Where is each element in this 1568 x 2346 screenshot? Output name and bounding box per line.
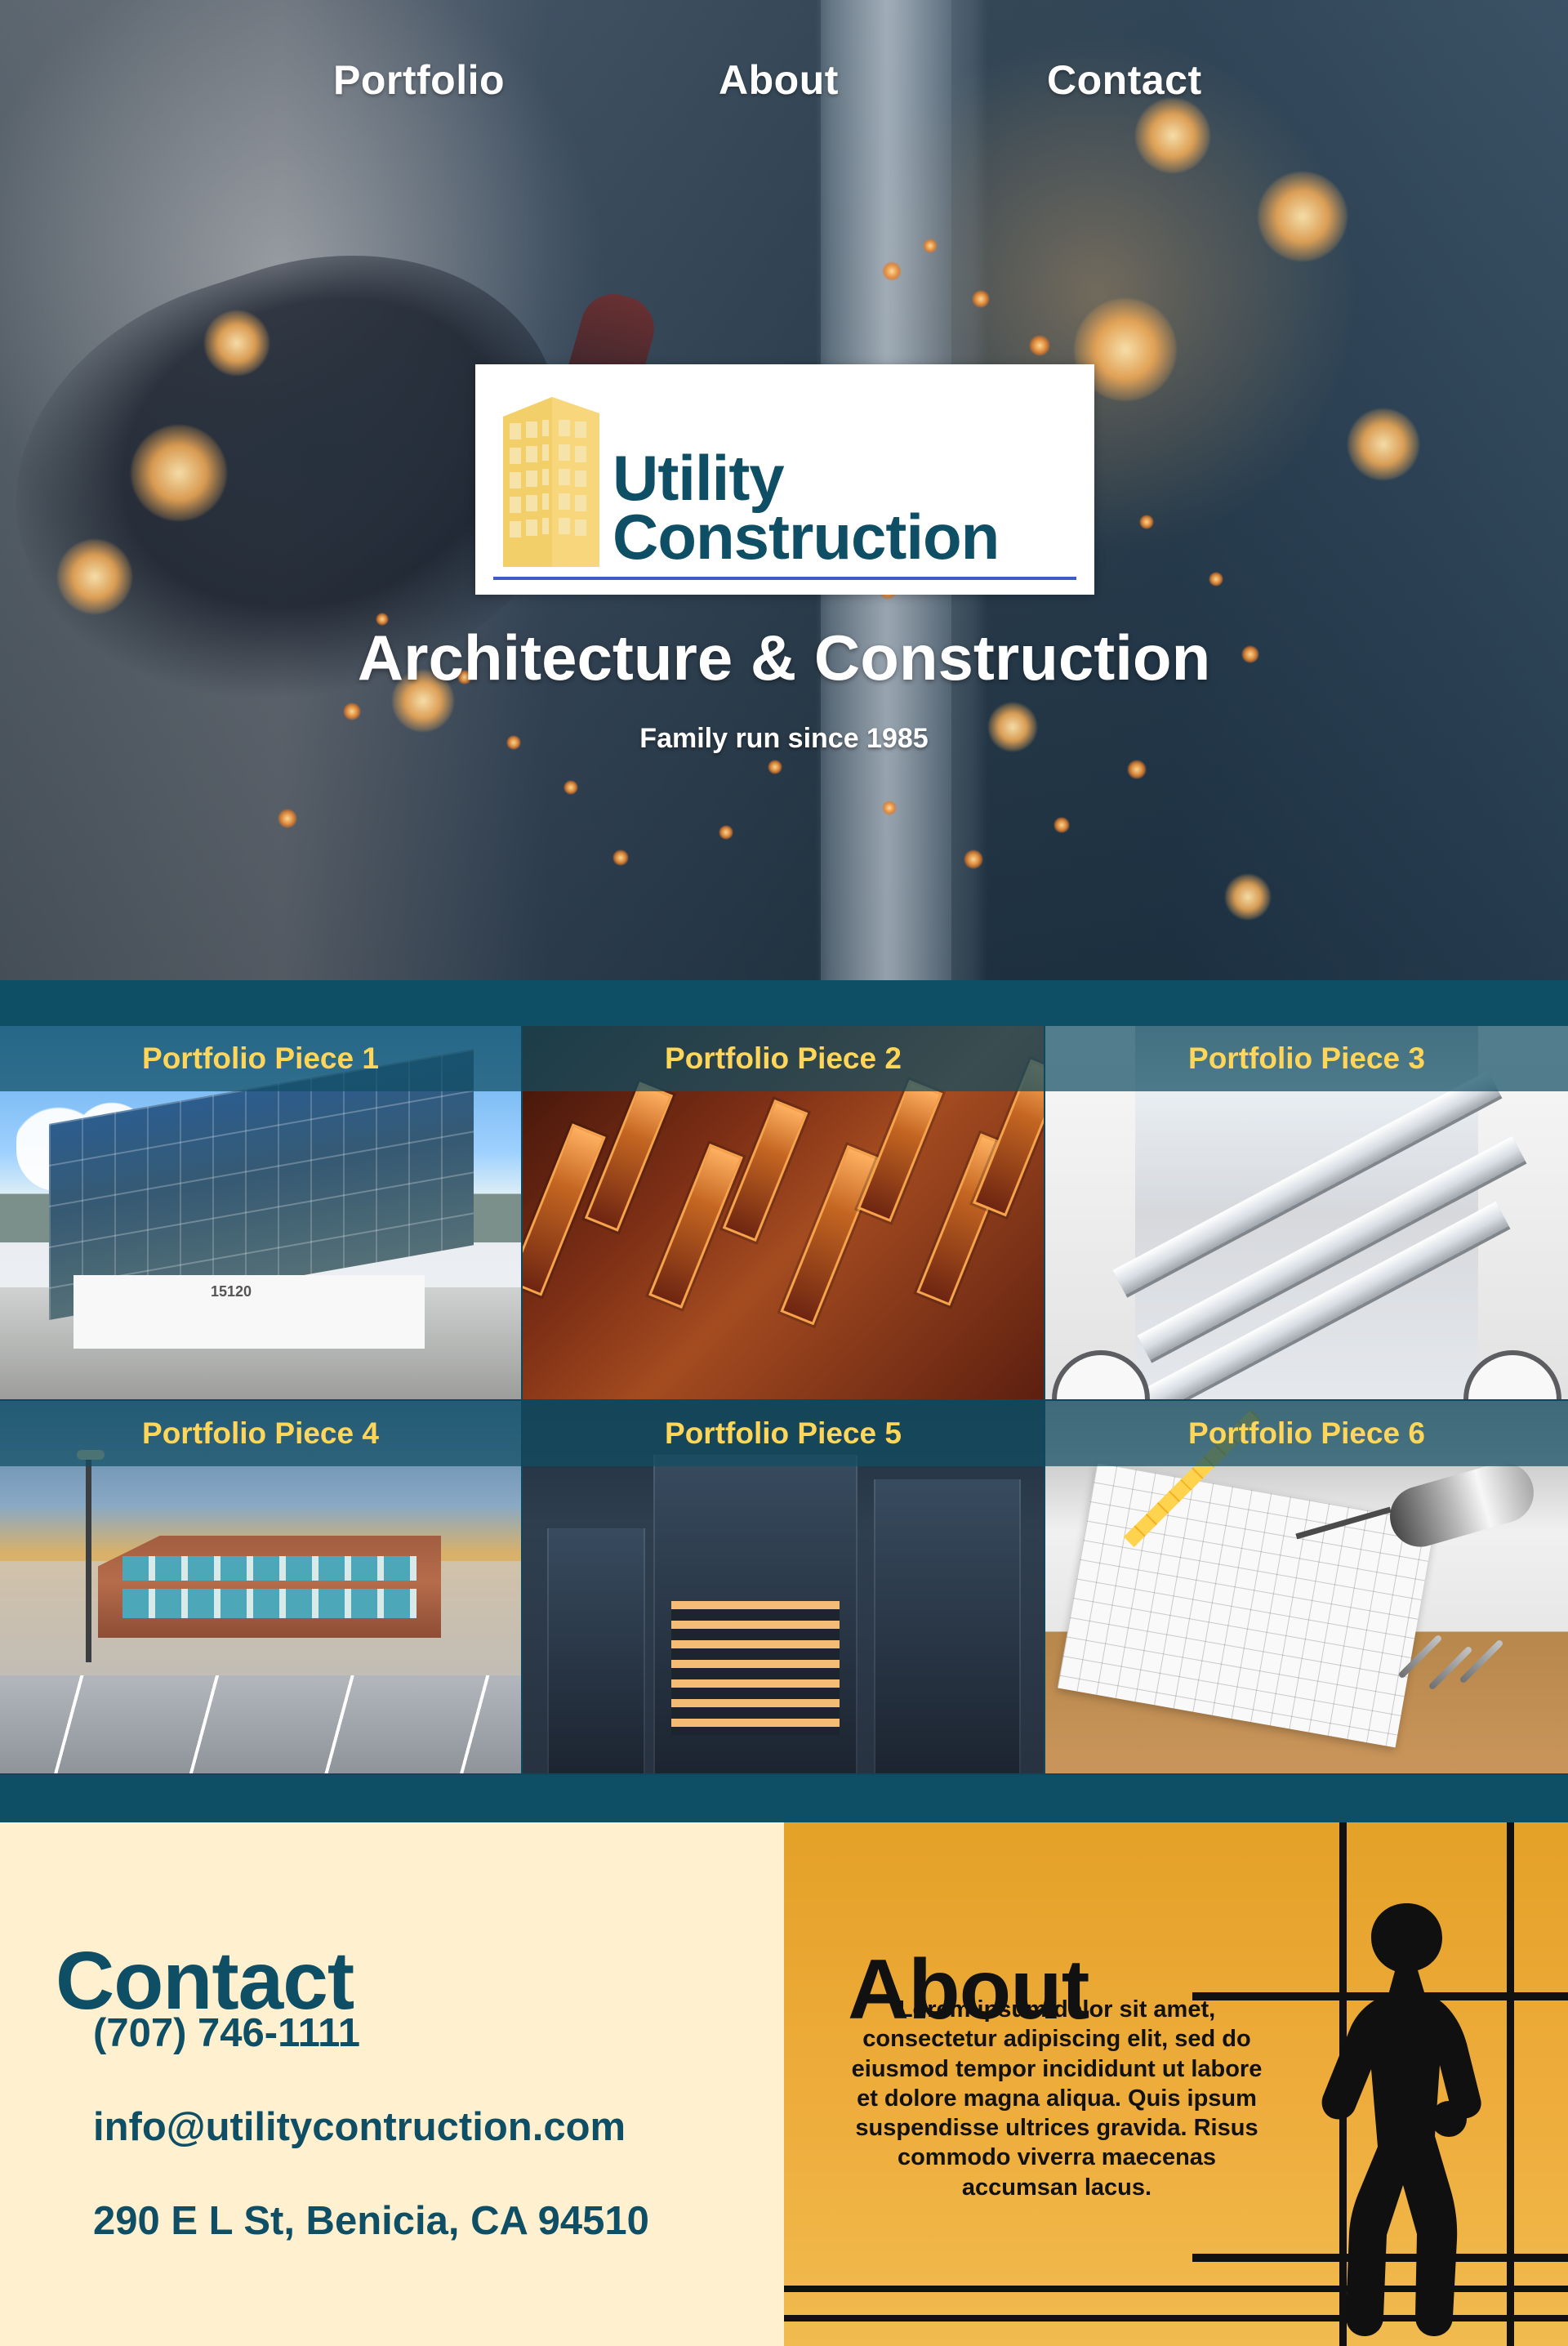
about-panel: About Lorem ipsum dolor sit amet, consec… bbox=[784, 1822, 1568, 2346]
facade-fin bbox=[780, 1144, 881, 1326]
spark bbox=[343, 702, 361, 720]
spark bbox=[564, 780, 578, 795]
nav-link-about[interactable]: About bbox=[719, 56, 839, 105]
logo-wordmark: Utility Construction bbox=[612, 442, 1000, 573]
spark bbox=[882, 801, 897, 815]
spark bbox=[1127, 760, 1147, 779]
logo-underline bbox=[493, 577, 1076, 580]
tower-block bbox=[874, 1479, 1021, 1773]
drill bbox=[1383, 1455, 1541, 1554]
hero-title: Architecture & Construction bbox=[357, 622, 1211, 694]
info-section: Contact (707) 746-1111 info@utilitycontr… bbox=[0, 1822, 1568, 2346]
portfolio-tile-4[interactable]: Portfolio Piece 4 bbox=[0, 1401, 523, 1775]
spark bbox=[972, 290, 990, 308]
company-logo: Utility Construction bbox=[475, 364, 1094, 595]
bokeh-light bbox=[1225, 874, 1271, 920]
portfolio-tile-2[interactable]: Portfolio Piece 2 bbox=[523, 1026, 1045, 1401]
spark bbox=[882, 261, 902, 281]
bokeh-light bbox=[57, 539, 132, 614]
portfolio-caption: Portfolio Piece 3 bbox=[1045, 1026, 1568, 1091]
brick-building bbox=[98, 1536, 441, 1638]
portfolio-tile-6[interactable]: Portfolio Piece 6 bbox=[1045, 1401, 1568, 1775]
bokeh-light bbox=[1348, 408, 1419, 480]
portfolio-grid: 15120 Portfolio Piece 1 Portfolio Piece … bbox=[0, 1026, 1568, 1775]
spark bbox=[1139, 515, 1154, 529]
blueprint-sheet bbox=[1057, 1462, 1436, 1748]
hero-tagline: Family run since 1985 bbox=[639, 723, 929, 754]
spark bbox=[1029, 335, 1050, 356]
spark bbox=[964, 850, 983, 869]
bokeh-light bbox=[1258, 172, 1348, 261]
portfolio-caption: Portfolio Piece 2 bbox=[523, 1026, 1044, 1091]
about-body: Lorem ipsum dolor sit amet, consectetur … bbox=[851, 1996, 1263, 2201]
bokeh-light bbox=[1135, 98, 1210, 173]
contact-panel: Contact (707) 746-1111 info@utilitycontr… bbox=[0, 1822, 784, 2346]
teal-band-bottom bbox=[0, 1775, 1568, 1822]
building-number: 15120 bbox=[211, 1283, 252, 1300]
window-row bbox=[122, 1589, 416, 1618]
spark bbox=[923, 239, 938, 253]
tower-block bbox=[547, 1528, 645, 1773]
teal-band-top bbox=[0, 980, 1568, 1026]
spark bbox=[278, 809, 297, 828]
screw bbox=[1428, 1645, 1473, 1691]
facade-fin bbox=[857, 1079, 943, 1223]
street-lamp-pole bbox=[86, 1458, 91, 1662]
portfolio-caption: Portfolio Piece 6 bbox=[1045, 1401, 1568, 1466]
spark bbox=[768, 760, 782, 774]
hero-section: Portfolio About Contact Utility Construc… bbox=[0, 0, 1568, 980]
bokeh-light bbox=[131, 425, 227, 521]
tower-block bbox=[653, 1455, 858, 1773]
nav-link-portfolio[interactable]: Portfolio bbox=[333, 56, 505, 105]
bokeh-light bbox=[204, 310, 270, 376]
spark bbox=[1209, 572, 1223, 586]
screw bbox=[1459, 1639, 1504, 1684]
contact-phone[interactable]: (707) 746-1111 bbox=[93, 2010, 360, 2056]
portfolio-tile-5[interactable]: Portfolio Piece 5 bbox=[523, 1401, 1045, 1775]
top-navigation: Portfolio About Contact bbox=[0, 56, 1568, 105]
worker-silhouette bbox=[1321, 1903, 1481, 2336]
spark bbox=[719, 825, 733, 840]
window-row bbox=[122, 1556, 416, 1581]
logo-line-2: Construction bbox=[612, 500, 1000, 573]
website-page: Portfolio About Contact Utility Construc… bbox=[0, 0, 1568, 2346]
portfolio-caption: Portfolio Piece 4 bbox=[0, 1401, 521, 1466]
spark bbox=[1054, 817, 1070, 833]
nav-link-contact[interactable]: Contact bbox=[1047, 56, 1202, 105]
portfolio-caption: Portfolio Piece 5 bbox=[523, 1401, 1044, 1466]
spark bbox=[612, 850, 629, 866]
escalator bbox=[1120, 1201, 1509, 1399]
portfolio-tile-1[interactable]: 15120 Portfolio Piece 1 bbox=[0, 1026, 523, 1401]
facade-fin bbox=[584, 1082, 674, 1232]
portfolio-caption: Portfolio Piece 1 bbox=[0, 1026, 521, 1091]
contact-email[interactable]: info@utilitycontruction.com bbox=[93, 2104, 626, 2150]
parking-lot bbox=[0, 1675, 521, 1773]
logo-line-1: Utility bbox=[612, 442, 785, 514]
portfolio-tile-3[interactable]: Portfolio Piece 3 bbox=[1045, 1026, 1568, 1401]
building-logo-icon bbox=[503, 397, 599, 567]
contact-address: 290 E L St, Benicia, CA 94510 bbox=[93, 2199, 649, 2243]
